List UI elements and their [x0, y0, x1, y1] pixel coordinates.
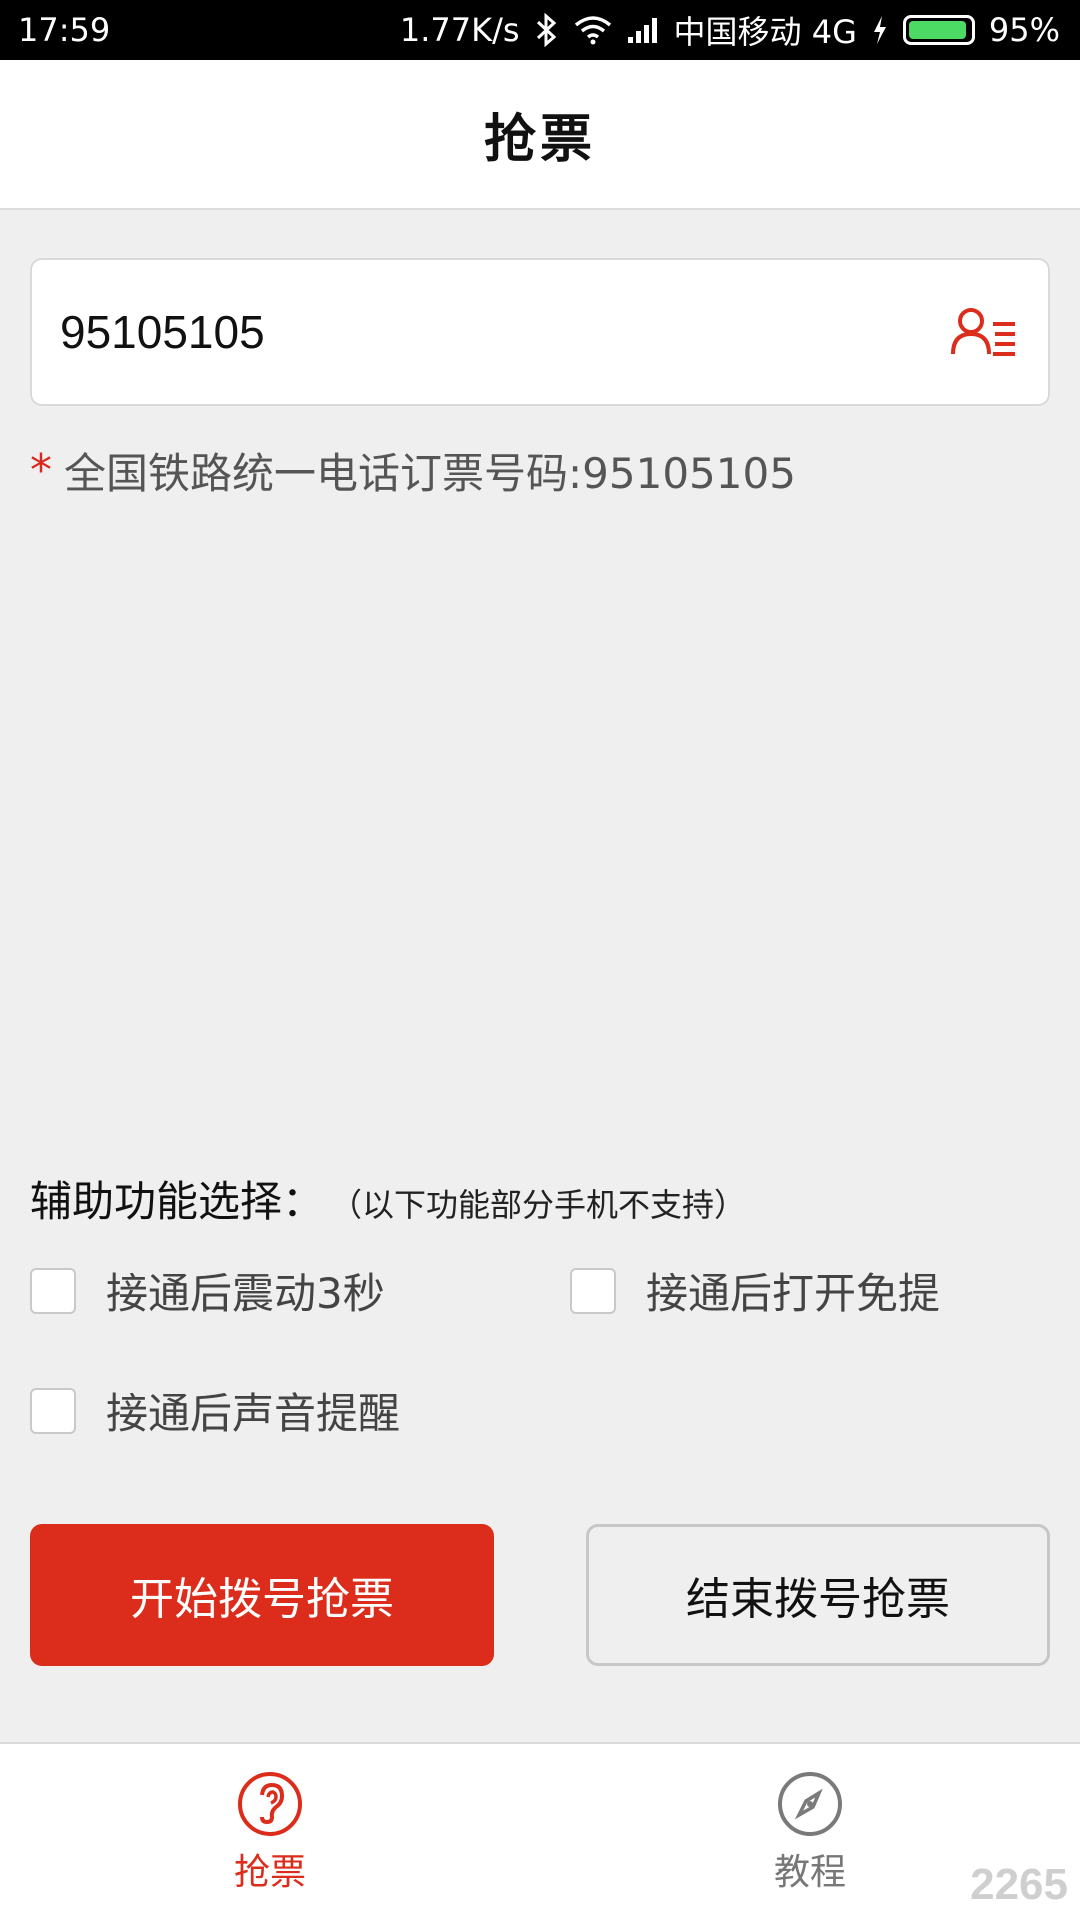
sound-checkbox[interactable]: [30, 1387, 76, 1434]
hint-text: 全国铁路统一电话订票号码:95105105: [64, 449, 796, 498]
status-net-speed: 1.77K/s: [399, 11, 520, 49]
status-right: 1.77K/s 中国移动 4G 95%: [400, 7, 1060, 53]
end-dial-button[interactable]: 结束拨号抢票: [586, 1524, 1050, 1666]
option-vibrate-label: 接通后震动3秒: [106, 1269, 385, 1318]
phone-number-input[interactable]: [60, 305, 948, 359]
nav-item-grab-ticket[interactable]: 抢票: [120, 1769, 420, 1895]
option-sound-label: 接通后声音提醒: [106, 1389, 401, 1438]
assist-title: 辅助功能选择：: [30, 1177, 325, 1226]
signal-icon: [626, 15, 660, 45]
speaker-checkbox[interactable]: [570, 1267, 616, 1314]
vibrate-checkbox[interactable]: [30, 1267, 76, 1314]
option-speaker[interactable]: 接通后打开免提: [570, 1260, 940, 1321]
phone-hint: * 全国铁路统一电话订票号码:95105105: [30, 440, 796, 501]
ear-icon: [235, 1769, 305, 1839]
nav-label-tutorial: 教程: [773, 1852, 846, 1893]
page-title: 抢票: [483, 109, 596, 170]
compass-icon: [775, 1769, 845, 1839]
assist-section-title: 辅助功能选择： （以下功能部分手机不支持）: [30, 1168, 746, 1229]
battery-fill: [908, 21, 966, 39]
option-sound[interactable]: 接通后声音提醒: [30, 1380, 400, 1441]
nav-item-tutorial[interactable]: 教程: [660, 1769, 960, 1895]
start-dial-button[interactable]: 开始拨号抢票: [30, 1524, 494, 1666]
charging-icon: [871, 15, 889, 45]
hint-star: *: [30, 445, 52, 496]
bottom-nav: 抢票 教程: [0, 1742, 1080, 1920]
contact-list-icon[interactable]: [948, 304, 1020, 360]
nav-label-grab-ticket: 抢票: [233, 1852, 306, 1893]
option-vibrate[interactable]: 接通后震动3秒: [30, 1260, 385, 1321]
status-battery: 95%: [988, 11, 1060, 49]
status-carrier: 中国移动 4G: [673, 13, 857, 51]
phone-number-box: [30, 258, 1050, 406]
status-time: 17:59: [18, 11, 111, 49]
screen: 17:59 1.77K/s 中国移动 4G 95% 抢票 95105105 * …: [0, 0, 1080, 1920]
wifi-icon: [574, 15, 612, 45]
assist-note: （以下功能部分手机不支持）: [330, 1186, 747, 1224]
option-speaker-label: 接通后打开免提: [646, 1269, 941, 1318]
bluetooth-icon: [534, 13, 560, 47]
watermark-logo: 2265: [970, 1860, 1068, 1909]
header: 抢票: [0, 60, 1080, 210]
battery-icon: [902, 15, 975, 45]
status-bar: 17:59 1.77K/s 中国移动 4G 95%: [0, 0, 1080, 60]
